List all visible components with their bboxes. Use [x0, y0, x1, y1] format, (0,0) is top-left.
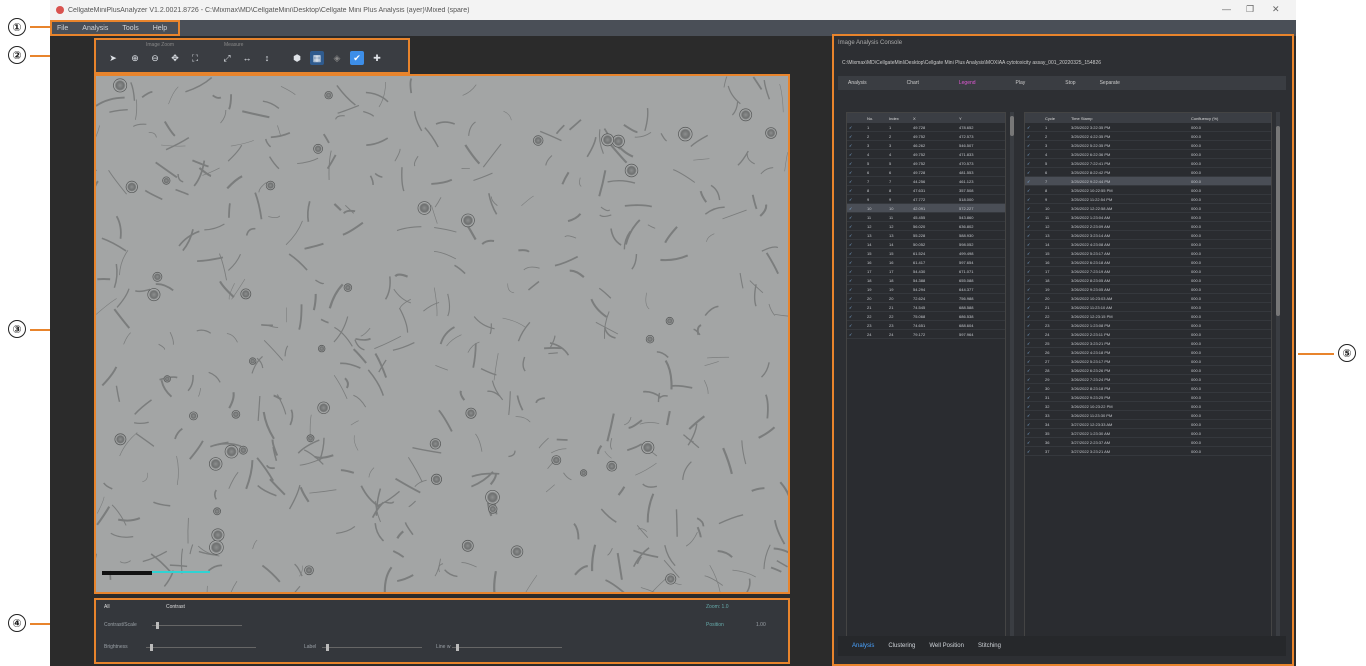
- callout-2: ②: [8, 46, 26, 64]
- console-highlight-box: [832, 34, 1294, 666]
- toolbar-highlight-box: [94, 38, 410, 74]
- callout-1-line: [30, 26, 50, 28]
- callout-1: ①: [8, 18, 26, 36]
- panel-highlight-box: [94, 598, 790, 664]
- callout-4: ④: [8, 614, 26, 632]
- callout-5-line: [1298, 353, 1334, 355]
- maximize-button[interactable]: ❐: [1246, 4, 1254, 15]
- close-button[interactable]: ✕: [1272, 4, 1280, 15]
- minimize-button[interactable]: —: [1222, 4, 1231, 14]
- app-body: File Analysis Tools Help Image Zoom Meas…: [50, 20, 1296, 666]
- app-icon: [56, 6, 64, 14]
- window-titlebar: CellgateMiniPlusAnalyzer V1.2.0021.8726 …: [50, 0, 1296, 20]
- callout-5: ⑤: [1338, 344, 1356, 362]
- callout-3: ③: [8, 320, 26, 338]
- menu-highlight-box: [50, 20, 180, 36]
- screenshot-root: ① ② ③ ④ ⑤ CellgateMiniPlusAnalyzer V1.2.…: [0, 0, 1366, 666]
- window-title: CellgateMiniPlusAnalyzer V1.2.0021.8726 …: [68, 6, 470, 14]
- image-highlight-box: [94, 74, 790, 594]
